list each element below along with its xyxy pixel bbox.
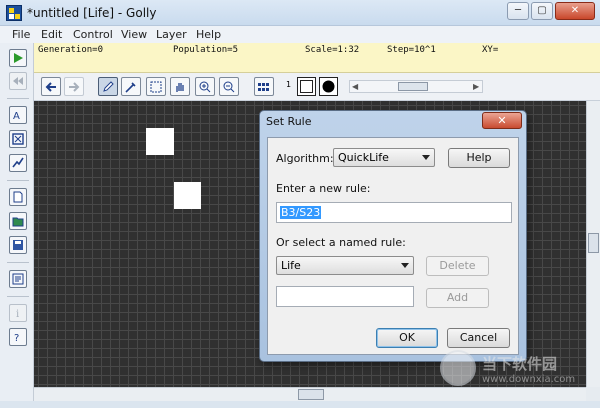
- step-status: Step=10^1: [387, 45, 436, 55]
- info-i-icon: i: [9, 304, 27, 322]
- dialog-close-button[interactable]: ✕: [482, 112, 522, 129]
- dialog-title: Set Rule: [266, 115, 312, 128]
- select-icon[interactable]: [146, 77, 166, 96]
- toolbar-divider: [7, 180, 29, 181]
- menu-bar: File Edit Control View Layer Help: [0, 26, 600, 43]
- toolbar-divider: [7, 296, 29, 297]
- back-arrow-icon[interactable]: [41, 77, 61, 96]
- generation-status: Generation=0: [38, 45, 104, 55]
- info-icon[interactable]: [9, 154, 27, 172]
- title-bar: *untitled [Life] - Golly ─ ▢ ✕: [0, 0, 600, 26]
- vertical-scrollbar[interactable]: [586, 101, 600, 387]
- menu-file[interactable]: File: [12, 28, 30, 41]
- golly-app-icon: [6, 5, 22, 21]
- scroll-right-icon[interactable]: ▶: [473, 82, 479, 91]
- fit-icon[interactable]: [9, 130, 27, 148]
- menu-layer[interactable]: Layer: [156, 28, 187, 41]
- help-button[interactable]: Help: [448, 148, 510, 168]
- svg-text:?: ?: [14, 333, 19, 343]
- pencil-draw-icon[interactable]: [98, 77, 118, 96]
- svg-text:A: A: [13, 111, 20, 121]
- state-scrollbar[interactable]: ◀ ▶: [349, 80, 483, 93]
- watermark-logo-icon: [440, 350, 476, 386]
- new-pattern-icon[interactable]: [9, 188, 27, 206]
- edit-toolbar: 1 ◀ ▶: [34, 73, 600, 101]
- chevron-down-icon: [401, 263, 409, 268]
- toolbar-divider: [7, 262, 29, 263]
- scroll-left-icon[interactable]: ◀: [352, 82, 358, 91]
- algorithm-label: Algorithm:: [276, 152, 334, 165]
- rewind-icon: [9, 72, 27, 90]
- dialog-body: Algorithm: QuickLife Help Enter a new ru…: [267, 137, 519, 355]
- forward-arrow-icon: [64, 77, 84, 96]
- horizontal-scroll-thumb[interactable]: [298, 389, 324, 400]
- maximize-button[interactable]: ▢: [531, 2, 553, 20]
- watermark-text: 当下软件园: [482, 355, 558, 373]
- watermark-url: www.downxia.com: [482, 374, 576, 385]
- current-state-number: 1: [286, 80, 292, 89]
- window-bottom-edge: [0, 401, 600, 408]
- move-hand-icon[interactable]: [170, 77, 190, 96]
- status-bar: Generation=0 Population=5 Scale=1:32 Ste…: [34, 43, 600, 73]
- toolbar-divider: [7, 98, 29, 99]
- zoom-out-icon[interactable]: [219, 77, 239, 96]
- state-swatch-black[interactable]: [319, 77, 338, 96]
- population-status: Population=5: [173, 45, 239, 55]
- rule-input[interactable]: B3/S23: [276, 202, 512, 223]
- named-rule-select[interactable]: Life: [276, 256, 414, 275]
- enter-rule-label: Enter a new rule:: [276, 182, 371, 195]
- help-icon[interactable]: ?: [9, 328, 27, 346]
- menu-edit[interactable]: Edit: [41, 28, 62, 41]
- algorithm-select[interactable]: QuickLife: [333, 148, 435, 167]
- close-button[interactable]: ✕: [555, 2, 595, 20]
- live-cell: [146, 128, 174, 155]
- xy-status: XY=: [482, 45, 499, 55]
- rule-input-value: B3/S23: [280, 206, 322, 219]
- state-scroll-thumb[interactable]: [398, 82, 428, 91]
- delete-button: Delete: [426, 256, 489, 276]
- named-rule-value: Life: [281, 259, 301, 272]
- state-swatch-white[interactable]: [297, 77, 316, 96]
- watermark: 当下软件园 www.downxia.com: [440, 350, 590, 400]
- named-rule-label: Or select a named rule:: [276, 236, 406, 249]
- algorithm-value: QuickLife: [338, 151, 389, 164]
- algorithm-icon[interactable]: A: [9, 106, 27, 124]
- chevron-down-icon: [422, 155, 430, 160]
- menu-control[interactable]: Control: [73, 28, 113, 41]
- play-icon[interactable]: [9, 49, 27, 67]
- minimize-button[interactable]: ─: [507, 2, 529, 20]
- save-pattern-icon[interactable]: [9, 236, 27, 254]
- menu-help[interactable]: Help: [196, 28, 221, 41]
- zoom-in-icon[interactable]: [195, 77, 215, 96]
- scale-status: Scale=1:32: [305, 45, 360, 55]
- cancel-button[interactable]: Cancel: [447, 328, 510, 348]
- live-cell: [174, 182, 201, 209]
- open-pattern-icon[interactable]: [9, 212, 27, 230]
- vertical-scroll-thumb[interactable]: [588, 233, 599, 253]
- open-clipboard-icon[interactable]: [9, 270, 27, 288]
- new-rule-name-input[interactable]: [276, 286, 414, 307]
- ok-button[interactable]: OK: [376, 328, 438, 348]
- left-toolbar: A i ?: [0, 43, 34, 408]
- all-states-icon[interactable]: [254, 77, 274, 96]
- window-title: *untitled [Life] - Golly: [27, 6, 157, 20]
- svg-text:i: i: [16, 309, 19, 319]
- set-rule-dialog: Set Rule ✕ Algorithm: QuickLife Help Ent…: [259, 110, 527, 362]
- add-button: Add: [426, 288, 489, 308]
- pick-dropper-icon[interactable]: [121, 77, 141, 96]
- menu-view[interactable]: View: [121, 28, 147, 41]
